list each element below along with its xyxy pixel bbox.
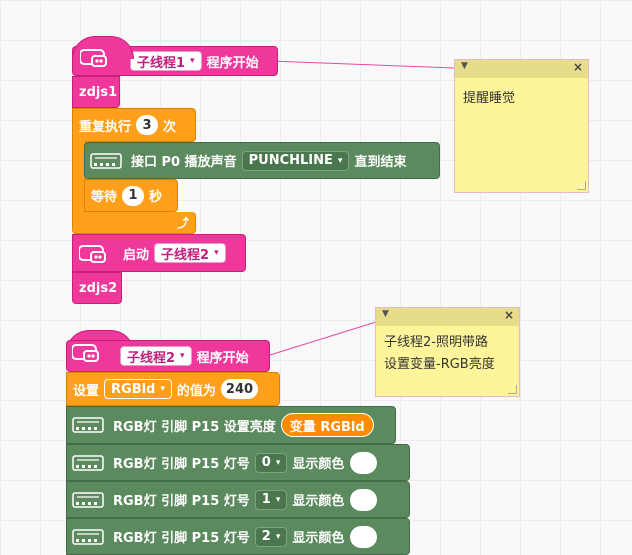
device-icon: [72, 528, 104, 545]
repeat-label: 重复执行: [79, 119, 132, 135]
wait-seconds-input[interactable]: 1: [122, 185, 145, 206]
connector-line-2: [269, 321, 377, 356]
label-text: zdjs1: [79, 84, 118, 100]
led-index-label: 2: [261, 529, 271, 544]
rgb-led-block-1[interactable]: RGB灯 引脚 P15 灯号 1 ▾ 显示颜色: [66, 481, 410, 518]
device-icon: [72, 491, 104, 508]
controller-icon: [72, 344, 99, 362]
connector-line-1: [269, 60, 456, 69]
led-index-dropdown[interactable]: 1 ▾: [254, 489, 288, 510]
start-thread-dropdown[interactable]: 子线程2 ▾: [154, 243, 226, 263]
device-icon: [72, 454, 104, 471]
triangle-down-icon[interactable]: ▼: [382, 309, 389, 319]
color-swatch[interactable]: [350, 525, 378, 548]
led-label: RGB灯 引脚 P15 灯号: [113, 531, 250, 546]
hat-suffix: 程序开始: [206, 55, 259, 71]
comment-text[interactable]: 提醒睡觉: [455, 78, 588, 120]
led-suffix: 显示颜色: [292, 494, 345, 509]
thread-dropdown-label: 子线程1: [137, 55, 186, 71]
comment-note-2[interactable]: ▼ × 子线程2-照明带路 设置变量-RGB亮度: [375, 307, 520, 397]
thread-dropdown[interactable]: 子线程2 ▾: [120, 346, 192, 366]
play-sound-suffix: 直到结束: [354, 155, 407, 170]
comment-line: 子线程2-照明带路: [384, 335, 488, 350]
chevron-down-icon: ▾: [160, 384, 165, 394]
color-swatch[interactable]: [350, 451, 378, 474]
play-sound-label: 接口 P0 播放声音: [131, 155, 237, 170]
chevron-down-icon: ▾: [190, 56, 195, 66]
wait-label: 等待: [91, 190, 118, 205]
comment-header[interactable]: ▼ ×: [376, 308, 519, 326]
close-icon[interactable]: ×: [504, 308, 514, 322]
device-icon: [90, 152, 122, 169]
thread-dropdown[interactable]: 子线程1 ▾: [130, 51, 202, 71]
led-label: RGB灯 引脚 P15 灯号: [113, 494, 250, 509]
repeat-block[interactable]: 重复执行 3 次: [72, 108, 196, 142]
start-label: 启动: [123, 247, 150, 263]
loop-arrow-icon: ⤴: [176, 216, 189, 230]
controller-icon: [80, 49, 107, 67]
wait-block[interactable]: 等待 1 秒: [84, 179, 178, 212]
set-mid-label: 的值为: [176, 383, 216, 399]
led-index-dropdown[interactable]: 2 ▾: [254, 526, 288, 547]
led-suffix: 显示颜色: [292, 531, 345, 546]
color-swatch[interactable]: [350, 488, 378, 511]
chevron-down-icon: ▾: [180, 351, 185, 361]
wait-suffix: 秒: [149, 190, 163, 205]
chevron-down-icon: ▾: [275, 457, 281, 468]
label-block-zdjs1[interactable]: zdjs1: [72, 76, 120, 108]
brightness-label: RGB灯 引脚 P15 设置亮度: [113, 419, 276, 435]
chevron-down-icon: ▾: [275, 494, 281, 505]
start-thread-dropdown-label: 子线程2: [161, 247, 210, 263]
play-sound-block[interactable]: 接口 P0 播放声音 PUNCHLINE ▾ 直到结束: [84, 142, 440, 179]
repeat-count-input[interactable]: 3: [136, 115, 159, 135]
set-label: 设置: [73, 383, 100, 399]
rgb-led-block-0[interactable]: RGB灯 引脚 P15 灯号 0 ▾ 显示颜色: [66, 444, 410, 481]
comment-text[interactable]: 子线程2-照明带路 设置变量-RGB亮度: [376, 326, 519, 382]
chevron-down-icon: ▾: [337, 155, 343, 166]
sound-dropdown[interactable]: PUNCHLINE ▾: [241, 150, 350, 171]
led-suffix: 显示颜色: [292, 457, 345, 472]
triangle-down-icon[interactable]: ▼: [461, 61, 468, 71]
comment-header[interactable]: ▼ ×: [455, 60, 588, 78]
resize-handle[interactable]: [508, 385, 517, 394]
chevron-down-icon: ▾: [214, 248, 219, 258]
thread-dropdown-label: 子线程2: [127, 350, 176, 366]
led-index-dropdown[interactable]: 0 ▾: [254, 452, 288, 473]
device-icon: [72, 417, 104, 433]
sound-dropdown-label: PUNCHLINE: [248, 153, 333, 168]
led-index-label: 1: [261, 492, 271, 507]
chevron-down-icon: ▾: [275, 531, 281, 542]
value-input[interactable]: 240: [220, 379, 259, 399]
repeat-footer: ⤴: [72, 212, 196, 234]
comment-line: 提醒睡觉: [463, 91, 516, 106]
controller-icon: [79, 245, 106, 263]
repeat-suffix: 次: [163, 119, 177, 135]
led-label: RGB灯 引脚 P15 灯号: [113, 457, 250, 472]
led-index-label: 0: [261, 455, 271, 470]
label-block-zdjs2[interactable]: zdjs2: [72, 272, 122, 304]
hat-suffix: 程序开始: [196, 350, 249, 366]
variable-dropdown-label: RGBld: [111, 381, 156, 397]
comment-line: 设置变量-RGB亮度: [384, 357, 495, 372]
resize-handle[interactable]: [577, 181, 586, 190]
variable-dropdown[interactable]: RGBld ▾: [104, 379, 172, 399]
label-text: zdjs2: [79, 280, 118, 296]
rgb-brightness-block[interactable]: RGB灯 引脚 P15 设置亮度 变量 RGBld: [66, 406, 396, 444]
rgb-led-block-2[interactable]: RGB灯 引脚 P15 灯号 2 ▾ 显示颜色: [66, 518, 410, 555]
comment-note-1[interactable]: ▼ × 提醒睡觉: [454, 59, 589, 193]
close-icon[interactable]: ×: [573, 60, 583, 74]
set-variable-block[interactable]: 设置 RGBld ▾ 的值为 240: [66, 372, 280, 406]
variable-reporter[interactable]: 变量 RGBld: [280, 413, 374, 437]
